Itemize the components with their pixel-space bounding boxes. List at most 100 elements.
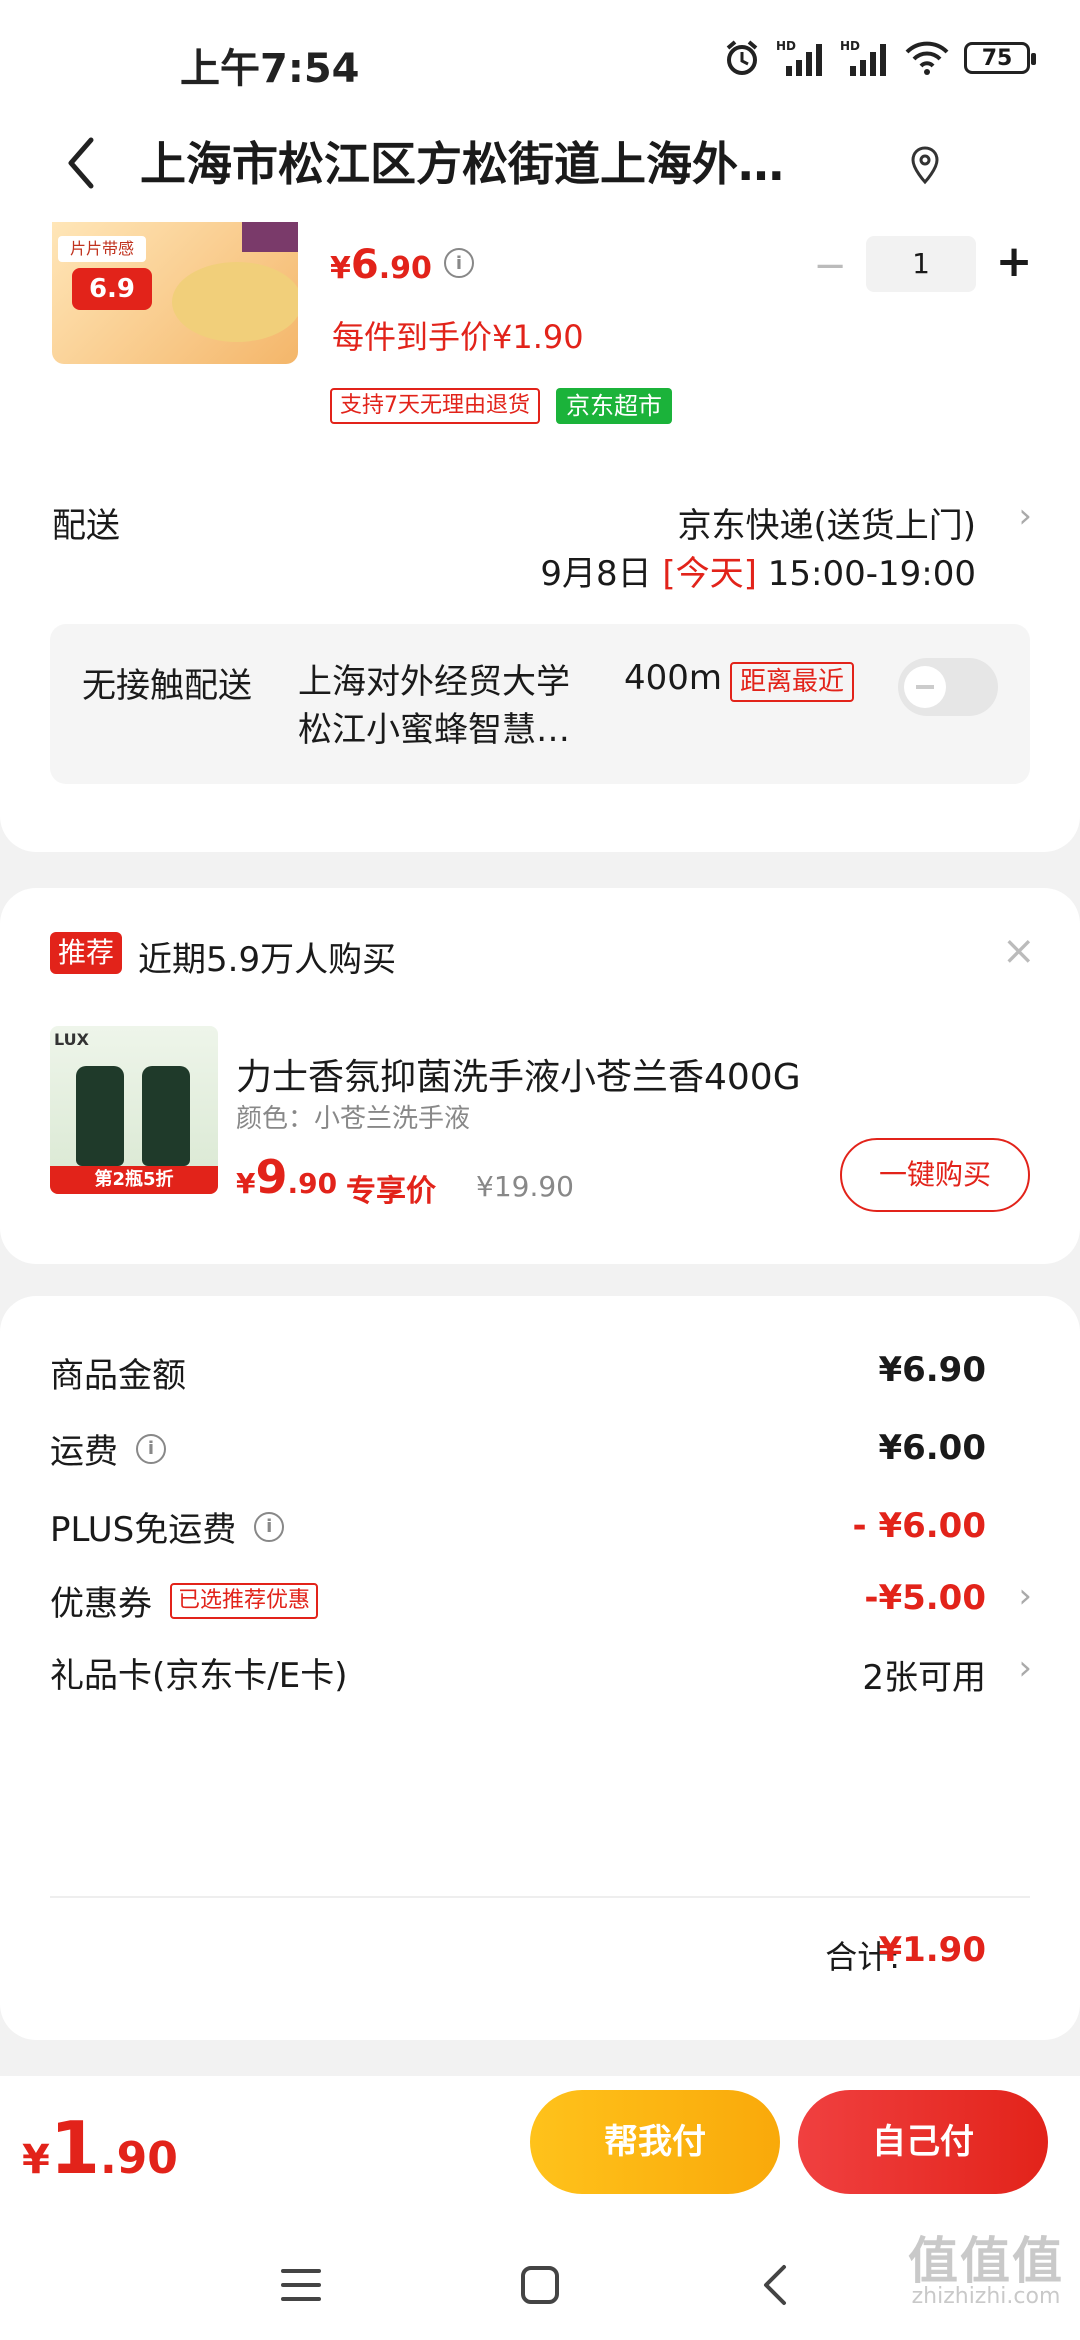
delivery-window: 15:00-19:00 [767,554,976,594]
return-policy-tag: 支持7天无理由退货 [330,388,540,424]
shipping-fee-label: 运费 i [50,1424,166,1473]
svg-text:HD: HD [776,39,796,53]
bag-illustration [242,222,298,252]
quantity-input[interactable]: 1 [866,236,976,292]
back-arrow-icon [68,137,94,189]
bottle-illustration [76,1066,124,1166]
order-item-card: 片片带感 6.9 ¥6.90 i 每件到手价¥1.90 支持7天无理由退货 京东… [0,220,1080,852]
watermark: 值值值 zhizhizhi.com [908,2236,1064,2308]
help-me-pay-button[interactable]: 帮我付 [530,2090,780,2194]
price-dec: .90 [378,251,432,286]
total-value: ¥1.90 [878,1930,986,1970]
chip-illustration [172,262,298,342]
status-time: 上午7:54 [180,46,360,92]
recommend-product-image[interactable]: LUX 第2瓶5折 [50,1026,218,1194]
contactless-delivery-box: 无接触配送 上海对外经贸大学 松江小蜜蜂智慧… 400m 距离最近 [50,624,1030,784]
bottle-illustration-2 [142,1066,190,1166]
menu-button[interactable] [266,2250,336,2320]
alarm-icon [726,40,758,75]
gift-card-label[interactable]: 礼品卡(京东卡/E卡) [50,1648,347,1697]
today-label: [今天] [662,554,757,594]
goods-amount-label: 商品金额 [50,1356,186,1396]
pickup-distance: 400m [624,658,723,698]
delivery-time[interactable]: 9月8日 [今天] 15:00-19:00 [540,546,976,595]
shipping-fee-value: ¥6.00 [878,1428,986,1468]
coupon-row[interactable]: 优惠券 已选推荐优惠 [50,1576,319,1625]
signal-icon-2: HD [840,39,886,76]
pay-myself-button[interactable]: 自己付 [798,2090,1048,2194]
coupon-value[interactable]: -¥5.00 [864,1578,986,1618]
price-symbol: ¥ [236,1167,256,1200]
contactless-label: 无接触配送 [82,666,252,706]
home-square-icon [521,2266,559,2304]
svg-text:HD: HD [840,39,860,53]
close-icon[interactable]: × [1002,928,1036,974]
quantity-increase-button[interactable]: + [992,240,1036,286]
nav-back-button[interactable] [740,2250,810,2320]
thumb-tag: 片片带感 [58,236,146,262]
recommend-badge: 推荐 [50,932,123,974]
info-icon[interactable]: i [136,1433,166,1464]
signal-icon: HD [776,39,822,76]
nav-back-icon [764,2265,786,2305]
status-icons: HD HD 75 [722,36,1036,80]
price-symbol: ¥ [330,251,351,286]
battery-icon: 75 [964,42,1036,74]
recommend-product-name[interactable]: 力士香氛抑菌洗手液小苍兰香400G [236,1048,801,1100]
location-button[interactable] [900,140,950,190]
gift-card-value[interactable]: 2张可用 [862,1650,986,1699]
pay-symbol: ¥ [22,2137,50,2183]
price-int: 9 [255,1150,288,1204]
info-icon[interactable]: i [444,248,474,278]
exclusive-price-label: 专享价 [346,1174,436,1209]
product-price: ¥6.90 [330,242,432,288]
toggle-knob [904,666,946,708]
status-bar: 上午7:54 HD HD 75 [0,0,1080,110]
lux-logo: LUX [54,1030,89,1049]
pay-int: 1 [49,2106,100,2190]
info-icon[interactable]: i [254,1511,285,1542]
pay-dec: .90 [99,2133,178,2184]
product-image[interactable]: 片片带感 6.9 [52,222,298,364]
recommend-title: 近期5.9万人购买 [138,940,397,980]
goods-amount-value: ¥6.90 [878,1350,986,1390]
price-summary-card: 商品金额 ¥6.90 运费 i ¥6.00 PLUS免运费 i - ¥6.00 … [0,1296,1080,2040]
thumb-price: 6.9 [72,268,152,310]
chevron-right-icon[interactable]: › [1018,1576,1032,1616]
chevron-right-icon[interactable]: › [1018,1648,1032,1688]
one-click-buy-button[interactable]: 一键购买 [840,1138,1030,1212]
price-int: 6 [350,242,379,288]
menu-icon [281,2269,321,2301]
recommend-product-spec: 颜色：小苍兰洗手液 [236,1104,471,1134]
recommendation-card: 推荐 近期5.9万人购买 × LUX 第2瓶5折 力士香氛抑菌洗手液小苍兰香40… [0,888,1080,1264]
wifi-icon [905,41,949,75]
header: 上海市松江区方松街道上海外… [0,110,1080,220]
price-dec: .90 [287,1167,338,1200]
recommend-price: ¥9.90 [236,1150,337,1204]
promo-strip: 第2瓶5折 [50,1166,218,1194]
location-pin-icon [911,146,939,185]
delivery-label: 配送 [52,506,120,546]
coupon-selected-tag: 已选推荐优惠 [170,1582,319,1619]
coupon-label: 优惠券 [50,1584,152,1624]
plus-free-shipping-value: - ¥6.00 [852,1506,987,1546]
watermark-domain: zhizhizhi.com [911,2284,1061,2309]
nearest-badge: 距离最近 [730,662,855,702]
jd-supermarket-tag: 京东超市 [556,388,672,424]
contactless-toggle[interactable] [898,658,998,716]
home-button[interactable] [505,2250,575,2320]
back-button[interactable] [50,128,110,198]
chevron-right-icon[interactable]: › [1018,496,1032,536]
divider [50,1896,1030,1898]
pickup-location: 上海对外经贸大学 松江小蜜蜂智慧… [298,662,570,750]
checkout-bar: ¥1.90 帮我付 自己付 [0,2076,1080,2226]
delivery-date: 9月8日 [540,554,652,594]
net-price: 每件到手价¥1.90 [332,318,584,356]
watermark-logo: 值值值 [908,2232,1064,2290]
original-price: ¥19.90 [476,1170,574,1203]
quantity-decrease-button[interactable]: − [810,246,850,288]
delivery-method[interactable]: 京东快递(送货上门) [677,498,976,547]
pay-total: ¥1.90 [22,2106,178,2190]
address-title[interactable]: 上海市松江区方松街道上海外… [140,128,870,194]
plus-free-shipping-label: PLUS免运费 i [50,1502,285,1551]
